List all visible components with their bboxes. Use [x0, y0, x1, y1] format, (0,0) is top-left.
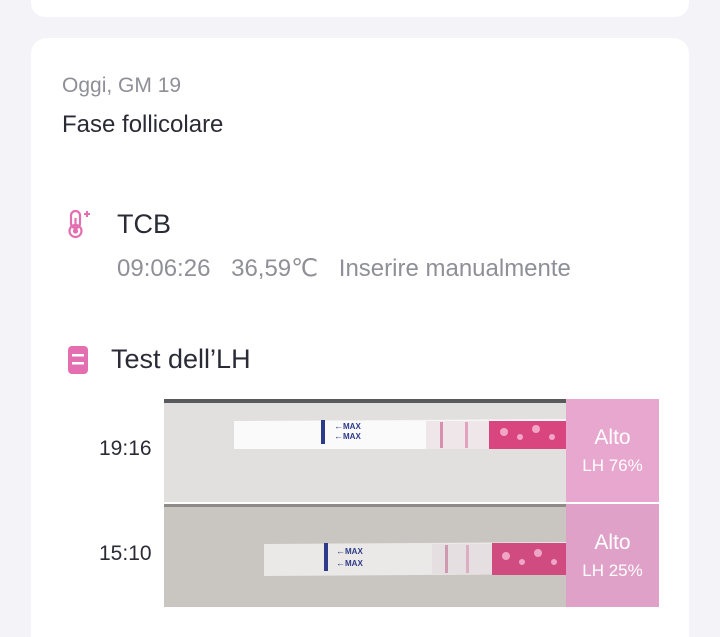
phase-label: Fase follicolare: [62, 111, 224, 138]
tcb-temperature: 36,59℃: [231, 255, 319, 282]
lh-result-badge: Alto LH 25%: [566, 504, 659, 607]
tcb-entry-mode: Inserire manualmente: [338, 255, 571, 282]
svg-text:←: ←: [336, 546, 345, 556]
strip-max-text: MAX: [343, 422, 361, 431]
svg-text:←: ←: [334, 431, 343, 441]
tcb-time: 09:06:26: [117, 255, 211, 282]
tcb-record[interactable]: 09:06:26 36,59℃ Inserire manualmente: [117, 254, 585, 283]
lh-test-row[interactable]: 19:16 ← MAX ← MAX Alto LH 76%: [31, 399, 689, 503]
strip-max-text: MAX: [345, 547, 363, 556]
day-label: Oggi, GM 19: [62, 74, 182, 97]
test-strip-photo: ← MAX ← MAX: [164, 504, 566, 607]
test-strip-photo: ← MAX ← MAX: [164, 399, 566, 502]
thermometer-icon: [68, 209, 90, 239]
result-level: Alto: [594, 425, 631, 449]
test-time: 15:10: [99, 542, 152, 565]
test-strip-icon: [68, 346, 88, 374]
result-level: Alto: [594, 530, 631, 554]
strip-max-text: MAX: [345, 559, 363, 568]
lh-test-row[interactable]: 15:10 ← MAX ← MAX Alto LH 25%: [31, 504, 689, 608]
test-time: 19:16: [99, 437, 152, 460]
result-percentage: LH 76%: [582, 455, 643, 475]
strip-max-text: MAX: [343, 432, 361, 441]
result-percentage: LH 25%: [582, 560, 643, 580]
previous-card: [31, 0, 689, 17]
lh-result-badge: Alto LH 76%: [566, 399, 659, 502]
svg-text:←: ←: [334, 421, 343, 431]
lh-title: Test dell’LH: [111, 344, 251, 374]
screen: Oggi, GM 19 Fase follicolare TCB 09:06:2…: [0, 0, 720, 637]
svg-text:←: ←: [336, 558, 345, 568]
day-card: Oggi, GM 19 Fase follicolare TCB 09:06:2…: [31, 38, 689, 637]
tcb-title: TCB: [117, 209, 171, 239]
